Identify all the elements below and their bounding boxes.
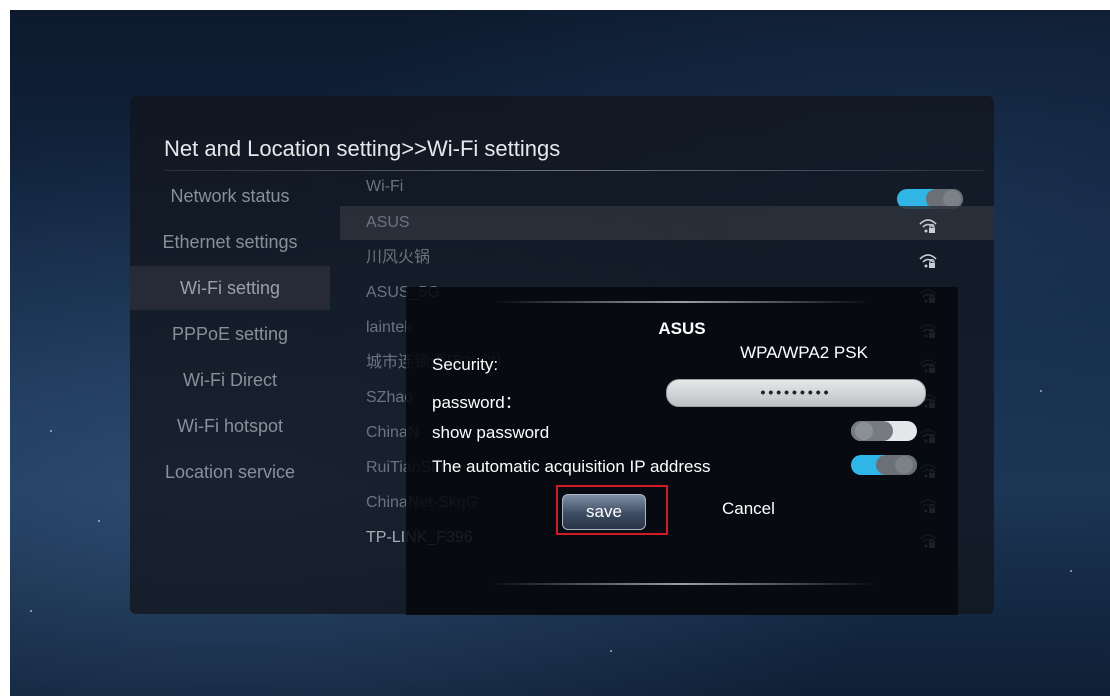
background-star xyxy=(1070,570,1072,572)
menu-item-pppoe-settings[interactable]: PPPoE setting xyxy=(130,312,330,356)
show-password-toggle[interactable] xyxy=(850,420,918,442)
dialog-title: ASUS xyxy=(658,319,706,338)
wifi-label-row: Wi-Fi xyxy=(366,170,856,204)
highlight-box xyxy=(556,485,668,535)
password-label: password： xyxy=(432,393,522,412)
wifi-connect-dialog: ASUS Security: WPA/WPA2 PSK password： ••… xyxy=(406,287,958,615)
auto-ip-toggle[interactable] xyxy=(850,454,918,476)
menu-item-wifi-settings[interactable]: Wi-Fi setting xyxy=(130,266,330,310)
toggle-off-icon xyxy=(851,421,917,441)
menu-item-wifi-hotspot[interactable]: Wi-Fi hotspot xyxy=(130,404,330,448)
network-row[interactable]: ASUS xyxy=(340,206,994,240)
background-star xyxy=(98,520,100,522)
security-value: WPA/WPA2 PSK xyxy=(740,343,868,362)
background-star xyxy=(50,430,52,432)
menu-item-ethernet-settings[interactable]: Ethernet settings xyxy=(130,220,330,264)
menu-item-location-service[interactable]: Location service xyxy=(130,450,330,494)
settings-panel: Net and Location setting>>Wi-Fi settings… xyxy=(130,96,994,615)
background-star xyxy=(1040,390,1042,392)
wifi-lock-icon xyxy=(919,254,937,268)
menu-item-wifi-direct[interactable]: Wi-Fi Direct xyxy=(130,358,330,402)
menu-item-network-status[interactable]: Network status xyxy=(130,174,330,218)
network-name: ASUS xyxy=(366,214,410,231)
network-row[interactable]: 川风火锅 xyxy=(366,241,856,275)
dialog-bottom-divider xyxy=(488,583,878,585)
dialog-top-divider xyxy=(494,301,870,303)
auto-ip-label: The automatic acquisition IP address xyxy=(432,457,711,476)
password-input[interactable]: ••••••••• xyxy=(666,379,926,407)
toggle-on-icon xyxy=(851,455,917,475)
tv-screen: Net and Location setting>>Wi-Fi settings… xyxy=(10,10,1110,696)
page-title: Net and Location setting>>Wi-Fi settings xyxy=(164,136,561,161)
background-star xyxy=(610,650,612,652)
wifi-label: Wi-Fi xyxy=(366,178,404,195)
show-password-label: show password xyxy=(432,423,550,442)
security-label: Security: xyxy=(432,355,499,374)
network-name: 川风火锅 xyxy=(366,249,431,266)
cancel-button[interactable]: Cancel xyxy=(722,499,822,519)
background-star xyxy=(30,610,32,612)
wifi-lock-icon xyxy=(919,219,937,233)
